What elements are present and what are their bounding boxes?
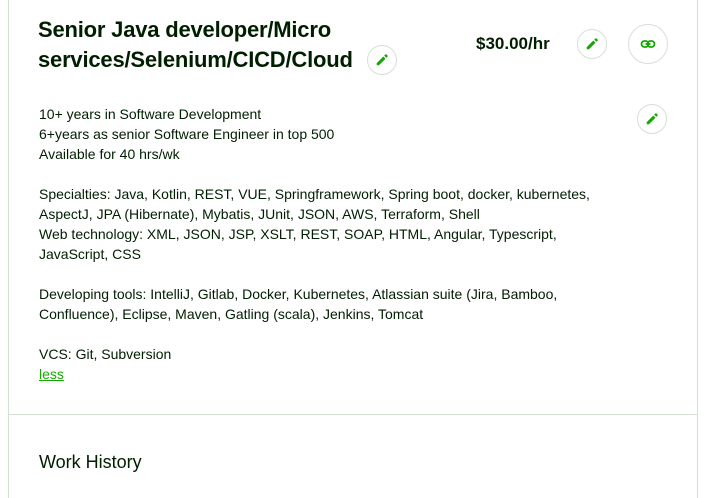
- overview-line: VCS: Git, Subversion: [39, 346, 172, 362]
- hourly-rate: $30.00/hr: [476, 34, 550, 53]
- show-less-link[interactable]: less: [39, 366, 64, 382]
- overview-line: AspectJ, JPA (Hibernate), Mybatis, JUnit…: [39, 206, 480, 222]
- edit-title-button[interactable]: [367, 45, 397, 75]
- overview-line: Developing tools: IntelliJ, Gitlab, Dock…: [39, 286, 558, 302]
- edit-rate-button[interactable]: [577, 29, 607, 59]
- overview-line: Confluence), Eclipse, Maven, Gatling (sc…: [39, 306, 424, 322]
- overview-spacer: [39, 324, 629, 344]
- link-icon: [640, 40, 656, 48]
- pencil-icon: [376, 54, 388, 66]
- overview-spacer: [39, 264, 629, 284]
- copy-profile-link-button[interactable]: [628, 24, 668, 64]
- profile-title: Senior Java developer/Micro services/Sel…: [38, 17, 353, 72]
- overview-line: 10+ years in Software Development: [39, 106, 262, 122]
- edit-overview-button[interactable]: [637, 104, 667, 134]
- pencil-icon: [586, 38, 598, 50]
- overview-line: Specialties: Java, Kotlin, REST, VUE, Sp…: [39, 186, 590, 202]
- less-line: less: [39, 364, 629, 384]
- overview-line: Web technology: XML, JSON, JSP, XSLT, RE…: [39, 226, 557, 242]
- overview-line: 6+years as senior Software Engineer in t…: [39, 126, 335, 142]
- work-history-heading: Work History: [39, 452, 142, 472]
- section-divider: [9, 414, 697, 415]
- overview-spacer: [39, 164, 629, 184]
- overview-line: JavaScript, CSS: [39, 246, 141, 262]
- profile-overview: 10+ years in Software Development 6+year…: [39, 104, 629, 384]
- overview-line: Available for 40 hrs/wk: [39, 146, 180, 162]
- pencil-icon: [646, 113, 658, 125]
